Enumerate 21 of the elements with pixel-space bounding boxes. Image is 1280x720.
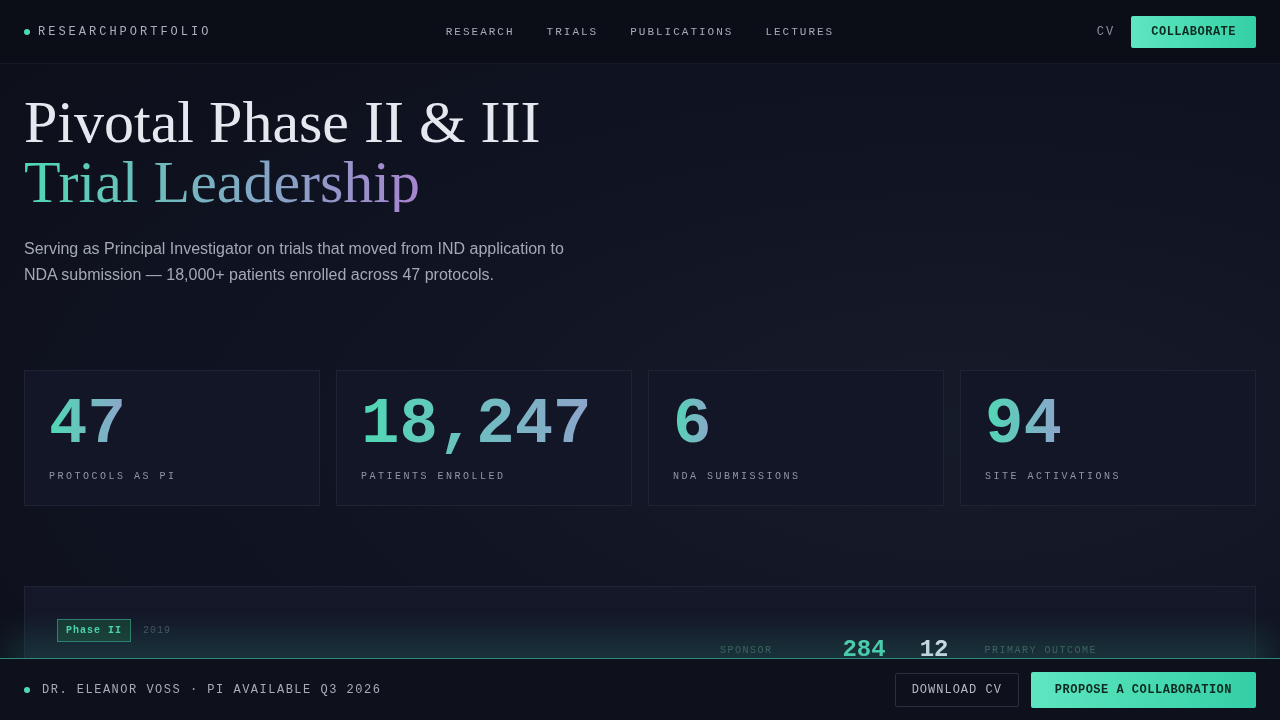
availability-status: DR. ELEANOR VOSS · PI AVAILABLE Q3 2026: [42, 682, 382, 697]
status-dot: [24, 28, 30, 35]
nav-link[interactable]: PUBLICATIONS: [630, 25, 734, 38]
propose-collaboration-button[interactable]: PROPOSE A COLLABORATION: [1030, 671, 1256, 708]
hero-description: Serving as Principal Investigator on trials that moved from IND application to NDA submission — 18,000+ patients enrolled across 47 protocols.: [24, 239, 565, 285]
stat-label: PATIENTS ENROLLED: [361, 471, 506, 482]
nav-link[interactable]: LECTURES: [765, 25, 835, 38]
nav-link[interactable]: TRIALS: [546, 25, 599, 38]
collaborate-button[interactable]: COLLABORATE: [1131, 15, 1256, 48]
nav-link[interactable]: RESEARCH: [445, 25, 515, 38]
status-dot: [24, 686, 30, 693]
phase-tag: Phase II: [57, 619, 131, 642]
cv-link[interactable]: CV: [1096, 24, 1116, 39]
brand-name[interactable]: RESEARCHPORTFOLIO: [38, 24, 212, 39]
download-cv-button[interactable]: DOWNLOAD CV: [894, 672, 1019, 707]
stat-label: PROTOCOLS AS PI: [49, 471, 177, 482]
stat-label: SITE ACTIVATIONS: [985, 471, 1121, 482]
sites-count: 12: [919, 637, 949, 663]
stat-label: NDA SUBMISSIONS: [673, 471, 801, 482]
hero-title: Pivotal Phase II & III: [24, 92, 541, 152]
enrolled-count: 284: [842, 637, 886, 663]
